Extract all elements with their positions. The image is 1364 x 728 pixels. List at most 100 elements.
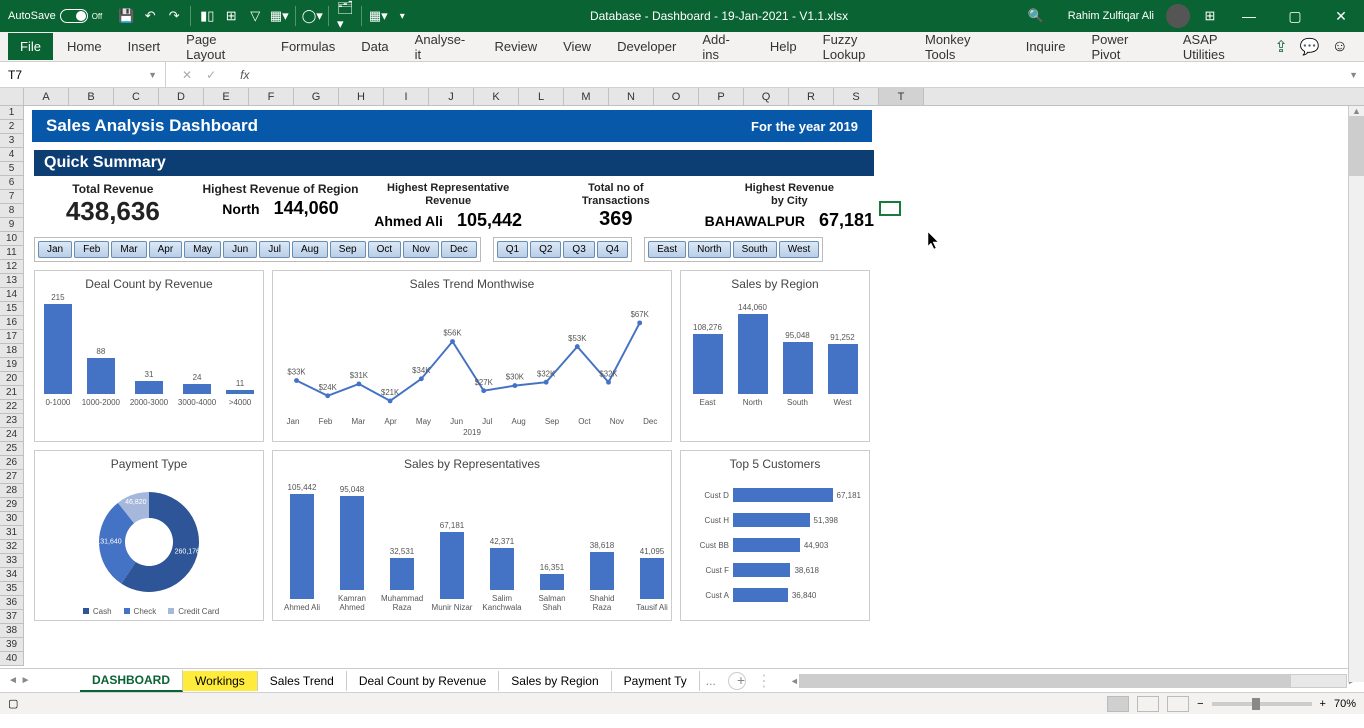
fx-icon[interactable]: fx [232, 68, 257, 82]
sheet-tab-sales-trend[interactable]: Sales Trend [258, 671, 347, 691]
chevron-down-icon[interactable]: ▼ [148, 70, 157, 80]
row-header-18[interactable]: 18 [0, 344, 24, 358]
slicer-month-may[interactable]: May [184, 241, 221, 258]
view-normal-button[interactable] [1107, 696, 1129, 712]
zoom-slider[interactable] [1212, 702, 1312, 706]
tab-developer[interactable]: Developer [605, 33, 688, 60]
col-header-S[interactable]: S [834, 88, 879, 105]
qa-more-icon[interactable]: ▾ [394, 8, 410, 24]
sheet-tab-sales-region[interactable]: Sales by Region [499, 671, 611, 691]
share-icon[interactable]: ⇪ [1274, 37, 1287, 57]
slicer-region-west[interactable]: West [779, 241, 820, 258]
row-header-17[interactable]: 17 [0, 330, 24, 344]
tab-data[interactable]: Data [349, 33, 400, 60]
zoom-in-button[interactable]: + [1320, 698, 1326, 710]
worksheet[interactable]: Sales Analysis Dashboard For the year 20… [24, 110, 1364, 668]
col-header-L[interactable]: L [519, 88, 564, 105]
slicer-quarter-q4[interactable]: Q4 [597, 241, 628, 258]
col-header-J[interactable]: J [429, 88, 474, 105]
slicer-region-north[interactable]: North [688, 241, 730, 258]
tab-powerpivot[interactable]: Power Pivot [1079, 26, 1168, 68]
col-header-P[interactable]: P [699, 88, 744, 105]
col-header-B[interactable]: B [69, 88, 114, 105]
undo-icon[interactable]: ↶ [142, 8, 158, 24]
zoom-level[interactable]: 70% [1334, 698, 1356, 710]
row-header-22[interactable]: 22 [0, 400, 24, 414]
slicer-month-oct[interactable]: Oct [368, 241, 402, 258]
autosave-toggle[interactable]: AutoSave Off [8, 9, 102, 23]
tab-home[interactable]: Home [55, 33, 114, 60]
col-header-M[interactable]: M [564, 88, 609, 105]
sheet-tab-deal-count[interactable]: Deal Count by Revenue [347, 671, 499, 691]
row-header-34[interactable]: 34 [0, 568, 24, 582]
view-page-layout-button[interactable] [1137, 696, 1159, 712]
col-header-D[interactable]: D [159, 88, 204, 105]
row-header-33[interactable]: 33 [0, 554, 24, 568]
tab-help[interactable]: Help [758, 33, 809, 60]
avatar[interactable] [1166, 4, 1190, 28]
vertical-scrollbar[interactable]: ▲ [1348, 106, 1364, 682]
row-header-32[interactable]: 32 [0, 540, 24, 554]
slicer-month-jan[interactable]: Jan [38, 241, 72, 258]
window-options-icon[interactable]: ⊞ [1202, 8, 1218, 24]
col-header-T[interactable]: T [879, 88, 924, 105]
row-header-4[interactable]: 4 [0, 148, 24, 162]
maximize-button[interactable]: ▢ [1272, 0, 1318, 32]
row-header-37[interactable]: 37 [0, 610, 24, 624]
row-header-10[interactable]: 10 [0, 232, 24, 246]
slicer-month-apr[interactable]: Apr [149, 241, 183, 258]
cancel-icon[interactable]: ✕ [182, 68, 192, 82]
tab-view[interactable]: View [551, 33, 603, 60]
sheet-more[interactable]: ... [700, 674, 722, 688]
col-header-H[interactable]: H [339, 88, 384, 105]
record-macro-icon[interactable]: ▢ [8, 697, 18, 710]
enter-icon[interactable]: ✓ [206, 68, 216, 82]
search-icon[interactable]: 🔍 [1028, 8, 1044, 24]
row-header-2[interactable]: 2 [0, 120, 24, 134]
tab-insert[interactable]: Insert [116, 33, 173, 60]
tab-analyse[interactable]: Analyse-it [403, 26, 481, 68]
row-header-12[interactable]: 12 [0, 260, 24, 274]
name-box[interactable]: T7 ▼ [0, 62, 166, 87]
col-header-N[interactable]: N [609, 88, 654, 105]
tool-1-icon[interactable]: 🗂▾ [337, 8, 353, 24]
slicer-month-sep[interactable]: Sep [330, 241, 366, 258]
slicer-region-south[interactable]: South [733, 241, 777, 258]
dot-icon[interactable]: ◯▾ [304, 8, 320, 24]
tab-page-layout[interactable]: Page Layout [174, 26, 267, 68]
row-header-26[interactable]: 26 [0, 456, 24, 470]
row-header-16[interactable]: 16 [0, 316, 24, 330]
row-header-5[interactable]: 5 [0, 162, 24, 176]
row-header-40[interactable]: 40 [0, 652, 24, 666]
row-header-24[interactable]: 24 [0, 428, 24, 442]
tab-fuzzy[interactable]: Fuzzy Lookup [811, 26, 911, 68]
tab-file[interactable]: File [8, 33, 53, 60]
sheet-tab-workings[interactable]: Workings [183, 671, 258, 691]
formula-expand-icon[interactable]: ▼ [1343, 70, 1364, 80]
col-header-G[interactable]: G [294, 88, 339, 105]
tab-review[interactable]: Review [483, 33, 550, 60]
row-header-39[interactable]: 39 [0, 638, 24, 652]
slicer-quarter-q3[interactable]: Q3 [563, 241, 594, 258]
tab-asap[interactable]: ASAP Utilities [1171, 26, 1270, 68]
col-header-E[interactable]: E [204, 88, 249, 105]
row-header-27[interactable]: 27 [0, 470, 24, 484]
slicer-month-feb[interactable]: Feb [74, 241, 109, 258]
slicer-month-nov[interactable]: Nov [403, 241, 439, 258]
slicer-month-aug[interactable]: Aug [292, 241, 328, 258]
sheet-nav-buttons[interactable]: ◄ ► [0, 675, 80, 686]
tab-addins[interactable]: Add-ins [690, 26, 756, 68]
row-header-21[interactable]: 21 [0, 386, 24, 400]
sheet-tab-dashboard[interactable]: DASHBOARD [80, 670, 183, 692]
col-header-Q[interactable]: Q [744, 88, 789, 105]
col-header-A[interactable]: A [24, 88, 69, 105]
slicer-quarter-q1[interactable]: Q1 [497, 241, 528, 258]
tool-2-icon[interactable]: ▦▾ [370, 8, 386, 24]
row-header-35[interactable]: 35 [0, 582, 24, 596]
zoom-out-button[interactable]: − [1197, 698, 1203, 710]
row-header-6[interactable]: 6 [0, 176, 24, 190]
close-button[interactable]: ✕ [1318, 0, 1364, 32]
chart-icon[interactable]: ▮▯ [199, 8, 215, 24]
row-header-8[interactable]: 8 [0, 204, 24, 218]
filter-icon[interactable]: ▽ [247, 8, 263, 24]
